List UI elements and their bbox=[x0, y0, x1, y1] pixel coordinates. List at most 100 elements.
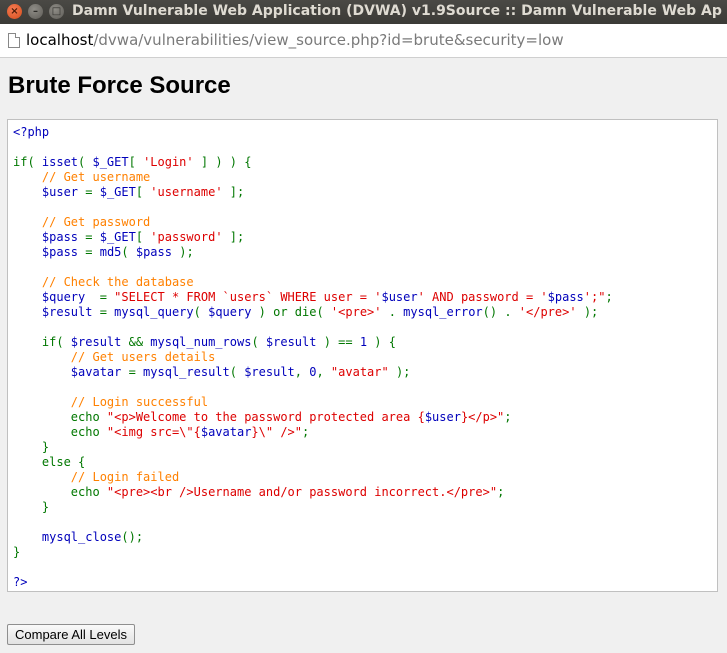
code-token: ]; bbox=[222, 230, 245, 244]
code-token: , bbox=[294, 365, 310, 379]
code-line: $pass = $_GET[ 'password' ]; bbox=[13, 230, 244, 244]
code-token: ); bbox=[395, 365, 411, 379]
code-token: ); bbox=[179, 245, 194, 259]
code-token: && bbox=[128, 335, 151, 349]
code-token: ( bbox=[121, 245, 136, 259]
code-token: $query bbox=[41, 290, 100, 304]
code-token: "<img src=\"{ bbox=[106, 425, 201, 439]
code-token: = bbox=[128, 365, 144, 379]
code-token: mysql_num_rows bbox=[150, 335, 252, 349]
code-line: $user = $_GET[ 'username' ]; bbox=[13, 185, 244, 199]
minimize-window-icon[interactable]: – bbox=[28, 4, 43, 19]
code-token: $result bbox=[41, 305, 100, 319]
code-token: 'username' bbox=[150, 185, 223, 199]
code-token: isset bbox=[41, 155, 79, 169]
code-token: '</pre>' bbox=[518, 305, 584, 319]
code-token: <?php bbox=[13, 125, 50, 139]
code-token: echo bbox=[13, 425, 107, 439]
code-token: ) { bbox=[374, 335, 396, 349]
code-token: ' AND password = ' bbox=[417, 290, 548, 304]
code-line: // Get password bbox=[13, 215, 150, 229]
window-title: Damn Vulnerable Web Application (DVWA) v… bbox=[72, 3, 722, 19]
code-line: } bbox=[13, 440, 49, 454]
code-token: mysql_close bbox=[41, 530, 122, 544]
code-token: ( bbox=[229, 365, 245, 379]
code-line: // Login failed bbox=[13, 470, 179, 484]
code-token: () . bbox=[482, 305, 519, 319]
code-token: $user bbox=[381, 290, 418, 304]
code-token: ) or die( bbox=[258, 305, 331, 319]
code-token: 'Login' bbox=[143, 155, 194, 169]
code-token: ) == bbox=[323, 335, 360, 349]
code-token: $result bbox=[244, 365, 295, 379]
code-token: $result bbox=[265, 335, 324, 349]
code-token: = bbox=[99, 290, 115, 304]
code-token: ( bbox=[78, 155, 93, 169]
code-token: = bbox=[99, 305, 115, 319]
code-token: [ bbox=[135, 185, 151, 199]
code-token: = bbox=[85, 185, 100, 199]
code-token: $pass bbox=[135, 245, 180, 259]
url-field[interactable]: localhost/dvwa/vulnerabilities/view_sour… bbox=[26, 31, 564, 49]
code-token: // Get users details bbox=[70, 350, 216, 364]
code-token: mysql_error bbox=[403, 305, 483, 319]
code-token: 1 bbox=[359, 335, 375, 349]
code-token: }</p>" bbox=[460, 410, 505, 424]
code-token: $avatar bbox=[200, 425, 252, 439]
code-token: "<pre><br />Username and/or password inc… bbox=[106, 485, 498, 499]
code-token: ; bbox=[497, 485, 505, 499]
code-token: = bbox=[85, 245, 100, 259]
compare-all-levels-button[interactable]: Compare All Levels bbox=[7, 624, 135, 645]
code-line: if( isset( $_GET[ 'Login' ] ) ) { bbox=[13, 155, 251, 169]
code-token: $user bbox=[41, 185, 86, 199]
code-line: // Check the database bbox=[13, 275, 194, 289]
code-token: }\" />" bbox=[251, 425, 302, 439]
code-token: "avatar" bbox=[330, 365, 396, 379]
page-title: Brute Force Source bbox=[8, 72, 231, 99]
code-token: } bbox=[13, 500, 50, 514]
code-line: $result = mysql_query( $query ) or die( … bbox=[13, 305, 598, 319]
code-token: if( bbox=[13, 335, 71, 349]
code-line: echo "<p>Welcome to the password protect… bbox=[13, 410, 512, 424]
maximize-window-icon[interactable]: □ bbox=[49, 4, 64, 19]
code-token: '<pre>' bbox=[330, 305, 389, 319]
code-token: ; bbox=[605, 290, 613, 304]
code-line: echo "<pre><br />Username and/or passwor… bbox=[13, 485, 505, 499]
address-bar[interactable]: localhost/dvwa/vulnerabilities/view_sour… bbox=[0, 24, 727, 58]
code-line: $query = "SELECT * FROM `users` WHERE us… bbox=[13, 290, 613, 304]
code-token: ; bbox=[302, 425, 310, 439]
code-token: ( bbox=[193, 305, 209, 319]
code-token: ';" bbox=[583, 290, 606, 304]
code-token: $result bbox=[70, 335, 129, 349]
code-token: ]; bbox=[222, 185, 245, 199]
code-token: $pass bbox=[41, 230, 86, 244]
url-host: localhost bbox=[26, 31, 94, 49]
code-line: // Get users details bbox=[13, 350, 216, 364]
code-token: // Login successful bbox=[70, 395, 209, 409]
code-line: <?php bbox=[13, 125, 49, 139]
source-code: <?php if( isset( $_GET[ 'Login' ] ) ) { … bbox=[13, 125, 717, 590]
code-token: $avatar bbox=[70, 365, 129, 379]
code-token: // Get password bbox=[41, 215, 151, 229]
code-line: } bbox=[13, 500, 49, 514]
code-line: $avatar = mysql_result( $result, 0, "ava… bbox=[13, 365, 411, 379]
window-title-bar: × – □ Damn Vulnerable Web Application (D… bbox=[0, 0, 727, 24]
code-token: . bbox=[388, 305, 404, 319]
code-token: echo bbox=[13, 410, 107, 424]
code-token: ] ) ) { bbox=[193, 155, 252, 169]
code-token: // Check the database bbox=[41, 275, 194, 289]
close-window-icon[interactable]: × bbox=[7, 4, 22, 19]
code-token: [ bbox=[128, 155, 144, 169]
code-token: mysql_query bbox=[114, 305, 194, 319]
code-line: } bbox=[13, 545, 20, 559]
